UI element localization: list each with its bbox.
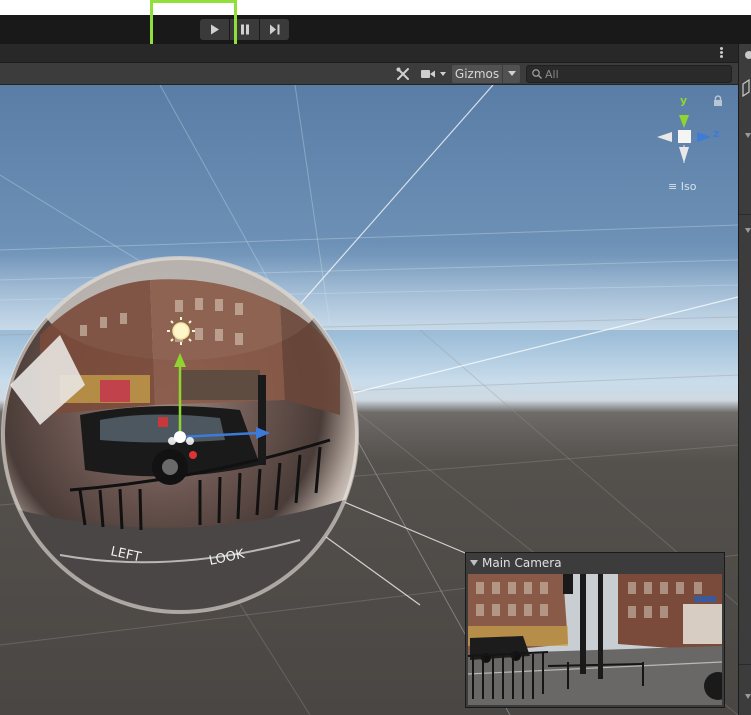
window-top-edge [0,0,751,15]
step-button[interactable] [260,19,289,40]
search-icon [532,69,542,79]
gizmo-y-label: y [680,94,687,107]
lock-icon[interactable] [714,95,722,106]
inspector-panel-edge [738,44,751,715]
scene-search [526,65,732,83]
camera-preview-header[interactable]: Main Camera [466,553,724,573]
tools-button[interactable] [392,64,414,84]
camera-preview-render [468,574,722,705]
more-options-icon[interactable] [720,47,724,59]
camera-preview-window[interactable]: Main Camera [465,552,725,708]
scene-tab-bar [0,44,738,63]
info-icon [745,51,751,59]
foldout-arrow-icon [745,133,751,138]
chevron-down-icon [507,71,516,76]
gizmo-z-label: z [713,127,719,140]
projection-label: Iso [680,180,697,193]
foldout-arrow-icon[interactable] [470,560,478,566]
gizmos-button[interactable]: Gizmos [452,65,502,83]
camera-preview-title: Main Camera [482,556,562,570]
orientation-gizmo[interactable]: y z [657,94,719,163]
projection-toggle[interactable]: ≡ Iso [668,180,696,193]
play-mode-toolbar [0,15,751,44]
menu-icon: ≡ [668,180,678,193]
foldout-arrow-icon [745,694,751,699]
camera-settings-button[interactable] [418,64,450,84]
search-input[interactable] [545,66,725,82]
cube-icon [742,78,750,98]
foldout-arrow-icon [745,228,751,233]
inspector-edge-icons [739,51,751,699]
tools-icon [396,67,409,80]
gizmos-dropdown-button[interactable] [503,65,520,83]
camera-icon [421,70,446,78]
unity-editor-window: Gizmos All LEFT LOOK y z ≡ Iso Main Came… [0,0,751,715]
pause-icon [240,24,249,35]
step-icon [269,24,279,35]
scene-view-toolbar: Gizmos [0,63,738,85]
